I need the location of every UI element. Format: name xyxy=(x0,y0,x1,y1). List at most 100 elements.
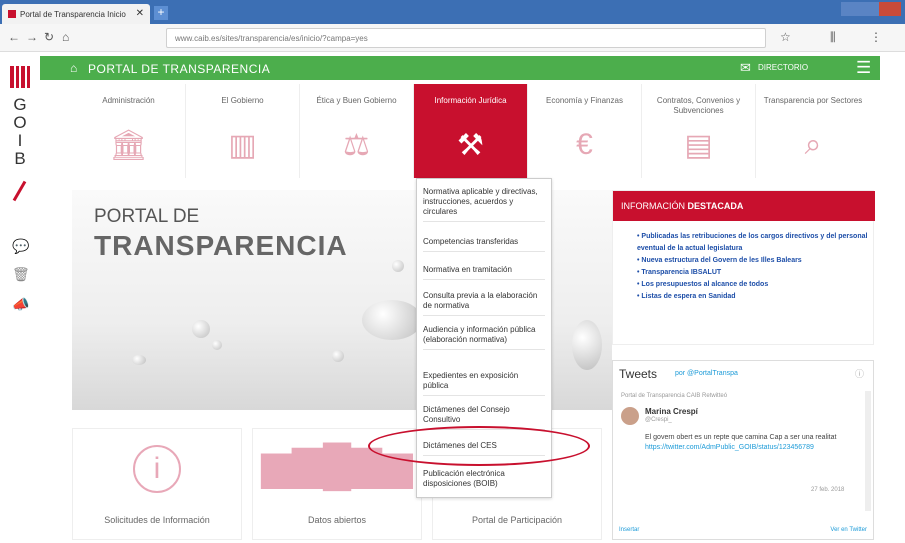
tweet-author-name[interactable]: Marina Crespí xyxy=(645,407,698,416)
view-on-twitter-link[interactable]: Ver en Twitter xyxy=(830,527,867,533)
featured-link[interactable]: Transparencia IBSALUT xyxy=(637,267,869,279)
reload-icon[interactable]: ↻ xyxy=(44,30,54,44)
logo-slash-icon xyxy=(12,180,27,202)
featured-link[interactable]: Nueva estructura del Govern de les Illes… xyxy=(637,255,869,267)
hero-title-line2: TRANSPARENCIA xyxy=(94,230,348,261)
tile-etica[interactable]: Ética y Buen Gobierno ⚖ xyxy=(300,84,414,178)
card-label: Portal de Participación xyxy=(471,515,563,525)
header-prefix: INFORMACIÓN xyxy=(621,201,685,211)
left-sidebar: G O I B 💬 🗑 📣 xyxy=(0,52,40,543)
tile-label: Transparencia por Sectores xyxy=(763,96,863,105)
info-circle-icon: i xyxy=(73,443,241,493)
tile-sectores[interactable]: Transparencia por Sectores ⌕ xyxy=(756,84,870,178)
tile-label: Economía y Finanzas xyxy=(546,96,623,105)
browser-menu-icon[interactable]: ⋮ xyxy=(870,30,882,44)
hero-title-line1: PORTAL DE xyxy=(94,206,200,227)
card-label: Solicitudes de Información xyxy=(104,515,210,525)
tile-contratos[interactable]: Contratos, Convenios y Subvenciones ▤ xyxy=(642,84,756,178)
bank-icon: 🏛 xyxy=(109,129,148,162)
tweet-body: El govern obert es un repte que camina C… xyxy=(645,434,837,441)
tile-label: Contratos, Convenios y Subvenciones xyxy=(656,96,741,115)
goib-logo-text: G O I B xyxy=(8,96,32,168)
logo-letter: I xyxy=(17,131,23,150)
chat-icon[interactable]: 💬 xyxy=(12,238,29,254)
featured-info-panel: INFORMACIÓN DESTACADA Publicadas las ret… xyxy=(612,190,875,345)
tab-close-icon[interactable]: ✕ xyxy=(136,8,144,19)
dropdown-item[interactable]: Publicación electrónica disposiciones (B… xyxy=(423,469,545,493)
twitter-widget: Tweets por @PortalTranspa ⓘ Portal de Tr… xyxy=(612,360,874,540)
water-splash-image xyxy=(362,300,422,340)
header-bold: DESTACADA xyxy=(687,201,744,211)
tab-title: Portal de Transparencia Inicio xyxy=(20,9,126,19)
document-icon: ▤ xyxy=(684,129,713,162)
featured-info-list: Publicadas las retribuciones de los carg… xyxy=(637,231,869,303)
megaphone-icon[interactable]: 📣 xyxy=(12,296,29,312)
window-close-button[interactable] xyxy=(879,2,901,16)
dropdown-item[interactable]: Competencias transferidas xyxy=(423,237,545,252)
tile-label: El Gobierno xyxy=(221,96,264,105)
new-tab-button[interactable]: + xyxy=(154,6,168,20)
water-splash-image xyxy=(572,320,602,370)
tweet-date[interactable]: 27 feb. 2018 xyxy=(811,487,844,493)
featured-link[interactable]: Los presupuestos al alcance de todos xyxy=(637,279,869,291)
water-drop-image xyxy=(212,340,222,350)
portal-title[interactable]: PORTAL DE TRANSPARENCIA xyxy=(88,62,270,76)
hamburger-menu-icon[interactable]: ☰ xyxy=(856,58,871,78)
tile-label: Ética y Buen Gobierno xyxy=(316,96,397,105)
magnifier-chart-icon: ⌕ xyxy=(804,128,822,161)
dropdown-item[interactable]: Audiencia y información pública (elabora… xyxy=(423,325,545,350)
category-tiles: Administración 🏛 El Gobierno ▥ Ética y B… xyxy=(72,84,872,178)
gavel-icon: ⚒ xyxy=(457,129,484,162)
featured-link[interactable]: Listas de espera en Sanidad xyxy=(637,291,869,303)
tweets-title: Tweets xyxy=(619,367,658,381)
highlight-ellipse xyxy=(368,426,590,466)
favicon-icon xyxy=(8,10,16,18)
window-controls xyxy=(841,2,901,16)
home-icon[interactable]: ⌂ xyxy=(62,30,69,44)
dropdown-item[interactable]: Normativa aplicable y directivas, instru… xyxy=(423,187,545,222)
water-drop-image xyxy=(332,350,344,362)
browser-tab-bar: Portal de Transparencia Inicio ✕ + xyxy=(0,0,905,24)
water-drop-image xyxy=(192,320,210,338)
card-label: Datos abiertos xyxy=(307,515,367,525)
goib-logo-icon[interactable] xyxy=(10,66,30,88)
retweet-note: Portal de Transparencia CAIB Retwitteó xyxy=(621,393,728,399)
embed-link[interactable]: Insertar xyxy=(619,527,639,533)
tile-label: Información Jurídica xyxy=(434,96,507,105)
card-solicitudes[interactable]: i Solicitudes de Información xyxy=(72,428,242,540)
tile-economia[interactable]: Economía y Finanzas € xyxy=(528,84,642,178)
portal-header: ⌂ PORTAL DE TRANSPARENCIA ✉ DIRECTORIO ☰ xyxy=(40,56,880,80)
dropdown-item[interactable]: Normativa en tramitación xyxy=(423,265,545,280)
dropdown-item[interactable]: Expedientes en exposición pública xyxy=(423,371,545,396)
tile-label: Administración xyxy=(102,96,155,105)
tweet-text: El govern obert es un repte que camina C… xyxy=(645,433,851,453)
tweets-scrollbar[interactable] xyxy=(865,391,871,511)
bookmark-star-icon[interactable]: ☆ xyxy=(780,30,791,44)
trash-icon[interactable]: 🗑 xyxy=(12,266,30,282)
directory-link[interactable]: DIRECTORIO xyxy=(758,63,808,72)
logo-letter: B xyxy=(14,149,26,168)
dropdown-item[interactable]: Consulta previa a la elaboración de norm… xyxy=(423,291,545,316)
logo-letter: O xyxy=(13,113,27,132)
address-bar[interactable]: www.caib.es/sites/transparencia/es/inici… xyxy=(166,28,766,48)
featured-link[interactable]: Publicadas las retribuciones de los carg… xyxy=(637,231,869,255)
scales-icon: ⚖ xyxy=(343,129,370,162)
library-icon[interactable]: ⫼ xyxy=(830,30,836,45)
building-icon: ▥ xyxy=(228,129,257,162)
logo-letter: G xyxy=(13,95,27,114)
tweet-link[interactable]: https://twitter.com/AdmPublic_GOIB/statu… xyxy=(645,444,814,451)
water-drop-image xyxy=(392,260,404,272)
browser-tab[interactable]: Portal de Transparencia Inicio ✕ xyxy=(2,4,150,24)
info-icon[interactable]: ⓘ xyxy=(855,367,864,380)
directory-icon[interactable]: ✉ xyxy=(740,60,751,76)
featured-info-header: INFORMACIÓN DESTACADA xyxy=(613,191,875,221)
tile-gobierno[interactable]: El Gobierno ▥ xyxy=(186,84,300,178)
tweets-by-link[interactable]: por @PortalTranspa xyxy=(675,370,738,377)
back-arrow-icon[interactable]: ← xyxy=(8,30,20,44)
tile-informacion-juridica[interactable]: Información Jurídica ⚒ xyxy=(414,84,528,178)
home-icon[interactable]: ⌂ xyxy=(70,61,77,75)
forward-arrow-icon[interactable]: → xyxy=(26,30,38,44)
tweet-author-handle[interactable]: @Crespi_ xyxy=(645,417,672,423)
avatar[interactable] xyxy=(621,407,639,425)
tile-administracion[interactable]: Administración 🏛 xyxy=(72,84,186,178)
